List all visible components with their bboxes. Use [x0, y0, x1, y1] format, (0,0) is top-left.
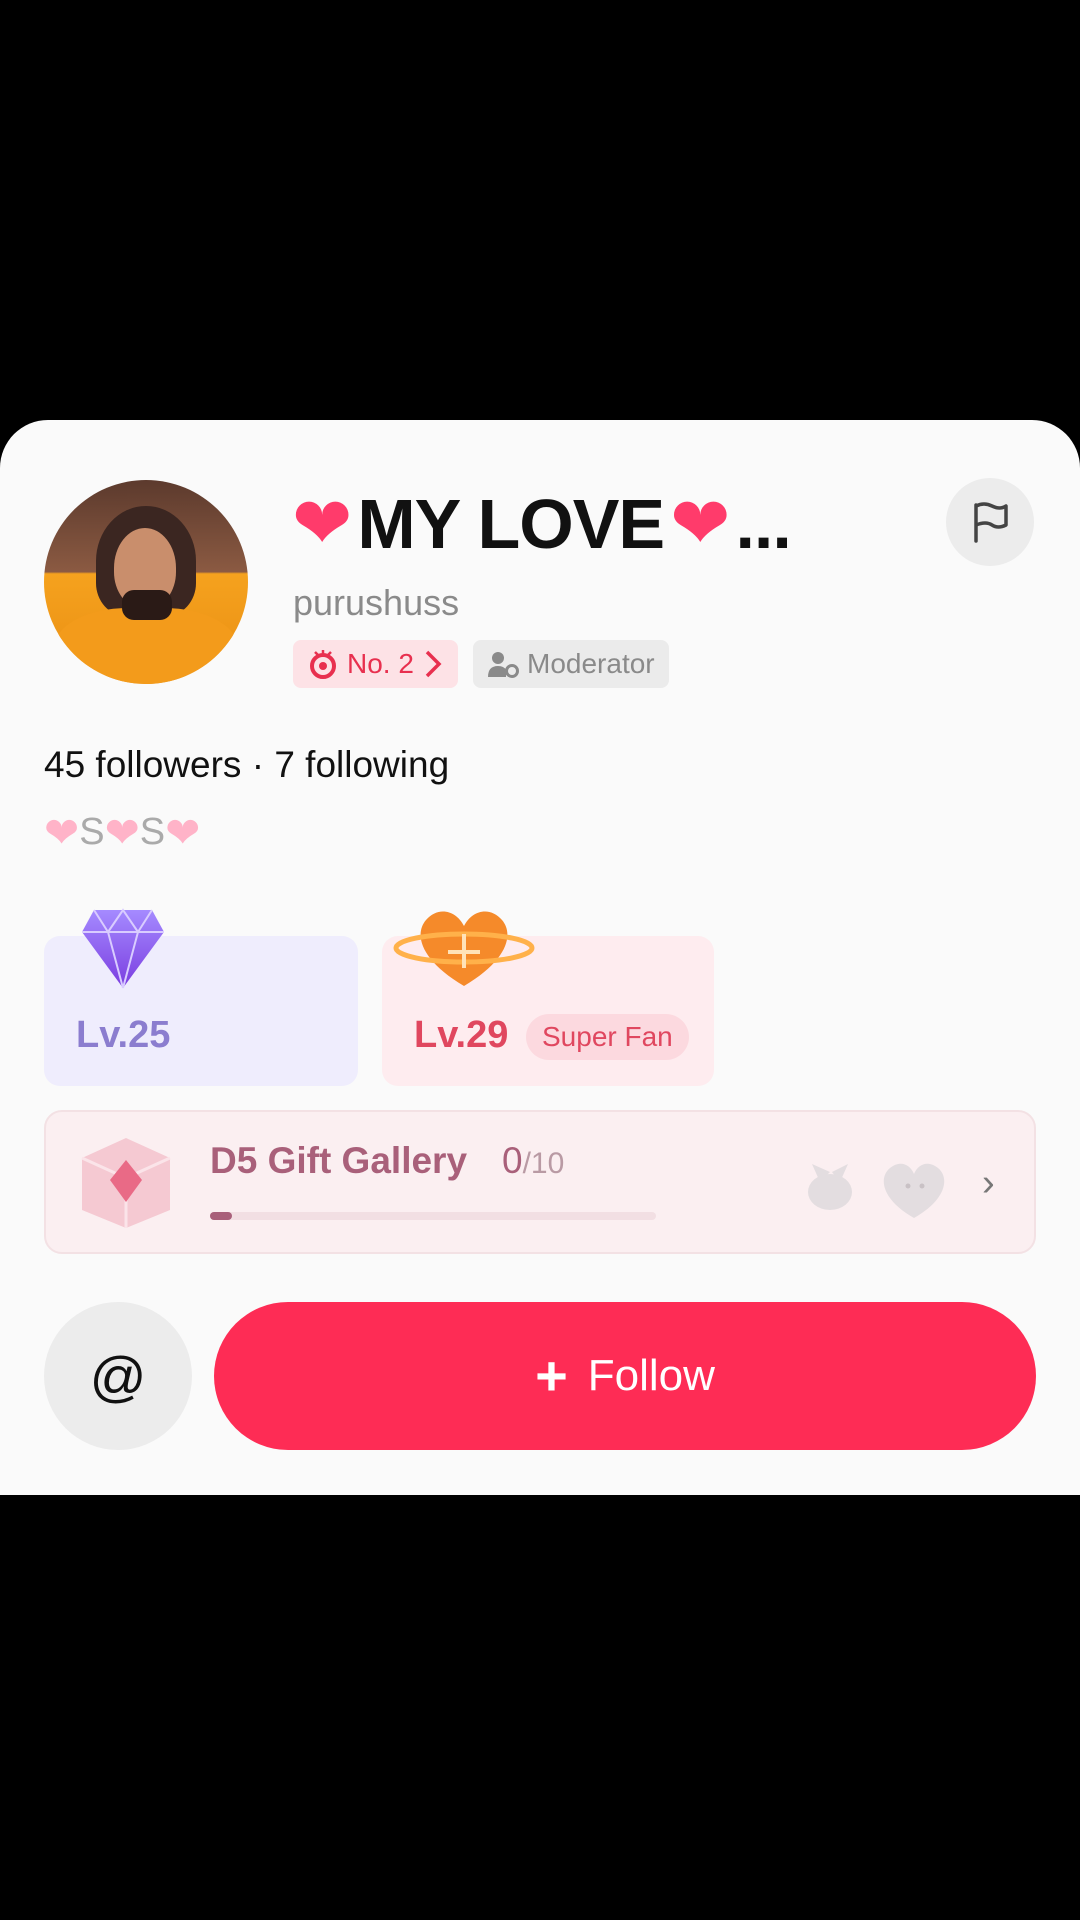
gallery-count: 0/10 [502, 1140, 564, 1182]
report-button[interactable] [946, 478, 1034, 566]
heart-icon: ❤ [104, 809, 140, 856]
rank-badge-label: No. 2 [347, 648, 414, 679]
heart-icon: ❤ [44, 809, 80, 856]
gallery-total: /10 [522, 1147, 565, 1180]
flag-icon [974, 502, 1008, 543]
follow-label: Follow [587, 1351, 715, 1400]
moderator-badge: Moderator [473, 640, 669, 688]
gallery-collected: 0 [502, 1140, 523, 1181]
chevron-right-icon: › [982, 1162, 995, 1204]
fan-heart-icon [393, 911, 535, 986]
at-icon: @ [89, 1344, 147, 1408]
gifter-level: Lv.25 [76, 1014, 171, 1056]
bio: ❤ S ❤ S ❤ [44, 808, 200, 857]
name-truncation: ... [735, 485, 791, 563]
heart-icon: ❤ [670, 484, 730, 564]
fan-level: Lv.29 [414, 1014, 509, 1056]
follow-button[interactable]: + Follow [214, 1302, 1036, 1450]
gallery-progress [210, 1212, 656, 1220]
follow-stats[interactable]: 45 followers · 7 following [44, 744, 449, 786]
heart-icon: ❤ [292, 484, 352, 564]
chevron-right-icon [425, 650, 442, 678]
diamond-icon [82, 908, 164, 989]
stats-separator: · [251, 744, 265, 785]
profile-sheet: ❤ MY LOVE ❤ ... purushuss No. 2 Moderato… [0, 420, 1080, 1495]
gift-box-icon [81, 1138, 171, 1228]
moderator-icon [488, 652, 519, 678]
heart-icon: ❤ [165, 809, 201, 856]
rank-icon [310, 650, 336, 679]
bio-letter: S [79, 811, 105, 853]
username: purushuss [293, 582, 460, 623]
followers-count[interactable]: 45 followers [44, 744, 241, 785]
gallery-progress-fill [210, 1212, 233, 1220]
display-name: ❤ MY LOVE ❤ ... [292, 484, 792, 564]
gift-gallery[interactable]: D5 Gift Gallery 0/10 › [44, 1110, 1036, 1254]
mention-button[interactable]: @ [44, 1302, 192, 1450]
moderator-badge-label: Moderator [527, 648, 655, 679]
bio-letter: S [139, 811, 166, 853]
rank-badge[interactable]: No. 2 [293, 640, 458, 688]
plus-icon: + [535, 1344, 568, 1407]
gift-preview-icons [808, 1163, 945, 1218]
gallery-title: D5 Gift Gallery [210, 1140, 468, 1181]
following-count[interactable]: 7 following [274, 744, 449, 785]
display-name-text: MY LOVE [357, 485, 665, 563]
super-fan-badge: Super Fan [526, 1014, 689, 1060]
avatar[interactable] [44, 480, 248, 684]
